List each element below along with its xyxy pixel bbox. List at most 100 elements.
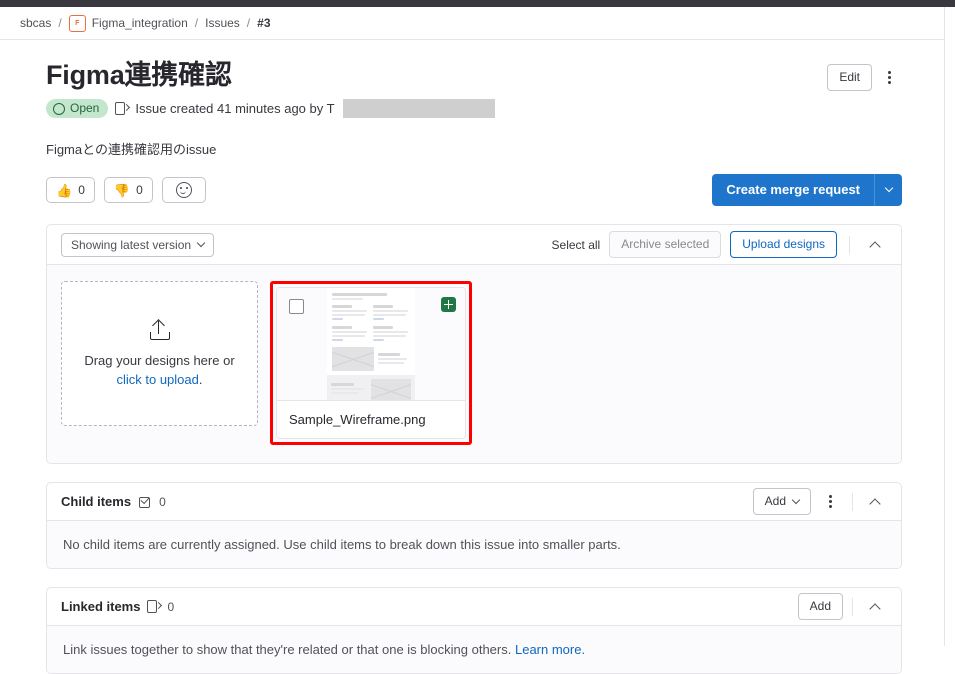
issue-type-icon xyxy=(115,101,128,116)
breadcrumb-project-label: Figma_integration xyxy=(92,16,188,30)
archive-selected-button[interactable]: Archive selected xyxy=(609,231,721,258)
linked-items-count: 0 xyxy=(167,600,174,614)
child-items-collapse-button[interactable] xyxy=(862,489,888,515)
child-items-section: Child items 0 Add xyxy=(46,482,902,569)
child-items-add-button[interactable]: Add xyxy=(753,488,811,515)
designs-toolbar: Showing latest version Select all Archiv… xyxy=(47,225,901,265)
design-filename: Sample_Wireframe.png xyxy=(277,400,465,438)
ellipsis-vertical-icon xyxy=(888,71,891,84)
plus-icon xyxy=(444,300,453,309)
linked-items-add-button[interactable]: Add xyxy=(798,593,843,620)
click-to-upload-link[interactable]: click to upload xyxy=(116,372,198,387)
child-items-title-label: Child items xyxy=(61,494,131,509)
breadcrumb-issues[interactable]: Issues xyxy=(205,16,240,30)
design-select-checkbox[interactable] xyxy=(289,299,304,314)
linked-items-actions: Add xyxy=(798,593,888,620)
issue-link-icon xyxy=(147,599,160,614)
breadcrumb-issue-id-label: #3 xyxy=(257,16,270,30)
create-merge-request-split-button: Create merge request xyxy=(712,174,902,206)
header-divider xyxy=(852,598,853,616)
linked-items-title: Linked items 0 xyxy=(61,599,174,614)
dropzone-period: . xyxy=(199,372,203,387)
issue-header-actions: Edit xyxy=(827,64,902,91)
status-badge-label: Open xyxy=(70,101,99,116)
create-merge-request-button[interactable]: Create merge request xyxy=(712,174,874,206)
breadcrumb-project[interactable]: F Figma_integration xyxy=(69,15,188,32)
ellipsis-vertical-icon xyxy=(829,495,832,508)
header-divider xyxy=(852,493,853,511)
design-thumbnail[interactable] xyxy=(277,288,465,400)
design-version-select-label: Showing latest version xyxy=(71,238,191,252)
upload-icon xyxy=(149,319,171,341)
upload-designs-button[interactable]: Upload designs xyxy=(730,231,837,258)
dropzone-line2: click to upload. xyxy=(116,370,202,389)
child-items-header: Child items 0 Add xyxy=(47,483,901,521)
design-version-select[interactable]: Showing latest version xyxy=(61,233,214,257)
task-checkmark-icon xyxy=(138,495,152,509)
chevron-up-icon xyxy=(869,498,880,509)
chevron-down-icon xyxy=(884,184,892,192)
linked-items-header: Linked items 0 Add xyxy=(47,588,901,626)
page-title: Figma連携確認 xyxy=(46,58,232,92)
chevron-down-icon xyxy=(792,495,800,503)
breadcrumb-group-label: sbcas xyxy=(20,16,51,30)
design-dropzone[interactable]: Drag your designs here or click to uploa… xyxy=(61,281,258,426)
toolbar-divider xyxy=(849,236,850,254)
breadcrumb-separator: / xyxy=(247,16,250,30)
dropzone-text: Drag your designs here or xyxy=(84,351,234,370)
design-card-annotation-highlight: Sample_Wireframe.png xyxy=(270,281,472,445)
breadcrumb-separator: / xyxy=(195,16,198,30)
create-merge-request-dropdown-toggle[interactable] xyxy=(874,174,902,206)
reaction-thumbsup-button[interactable]: 👍 0 xyxy=(46,177,95,203)
linked-items-empty-state: Link issues together to show that they'r… xyxy=(47,626,901,673)
breadcrumb-issues-label: Issues xyxy=(205,16,240,30)
chevron-down-icon xyxy=(197,238,205,246)
edit-button[interactable]: Edit xyxy=(827,64,872,91)
thumbsup-icon: 👍 xyxy=(56,184,72,197)
child-items-more-actions-button[interactable] xyxy=(817,489,843,515)
issue-header: Figma連携確認 Edit xyxy=(46,58,902,92)
linked-items-empty-text: Link issues together to show that they'r… xyxy=(63,642,511,657)
reactions-row: 👍 0 👎 0 Create merge request xyxy=(46,174,902,206)
chevron-up-icon xyxy=(869,241,880,252)
breadcrumb-separator: / xyxy=(58,16,61,30)
issue-more-actions-button[interactable] xyxy=(876,65,902,91)
wireframe-preview xyxy=(327,288,415,400)
status-open-icon xyxy=(53,103,65,115)
chevron-up-icon xyxy=(869,603,880,614)
project-avatar-icon: F xyxy=(69,15,86,32)
project-avatar-letter: F xyxy=(75,20,79,27)
author-name-redaction xyxy=(343,99,495,118)
child-items-add-label: Add xyxy=(765,494,786,509)
browser-top-strip xyxy=(0,0,955,7)
linked-items-section: Linked items 0 Add Link issues together … xyxy=(46,587,902,674)
linked-items-title-label: Linked items xyxy=(61,599,140,614)
issue-created-text: Issue created 41 minutes ago by T xyxy=(135,101,334,116)
designs-toolbar-actions: Select all Archive selected Upload desig… xyxy=(552,231,888,258)
designs-collapse-button[interactable] xyxy=(862,232,888,258)
page-container: sbcas / F Figma_integration / Issues / #… xyxy=(0,7,945,646)
reaction-thumbsup-count: 0 xyxy=(78,183,85,197)
add-reaction-button[interactable] xyxy=(162,177,206,203)
breadcrumb: sbcas / F Figma_integration / Issues / #… xyxy=(0,7,944,40)
breadcrumb-issue-id[interactable]: #3 xyxy=(257,16,270,30)
child-items-empty-state: No child items are currently assigned. U… xyxy=(47,521,901,568)
issue-meta: Open Issue created 41 minutes ago by T xyxy=(46,99,902,118)
learn-more-link[interactable]: Learn more. xyxy=(515,642,585,657)
select-all-button[interactable]: Select all xyxy=(552,238,601,252)
reaction-thumbsdown-count: 0 xyxy=(136,183,143,197)
design-added-badge-icon xyxy=(441,297,456,312)
status-badge: Open xyxy=(46,99,108,118)
reaction-thumbsdown-button[interactable]: 👎 0 xyxy=(104,177,153,203)
child-items-title: Child items 0 xyxy=(61,494,166,509)
design-card[interactable]: Sample_Wireframe.png xyxy=(276,287,466,439)
child-items-actions: Add xyxy=(753,488,888,515)
designs-body: Drag your designs here or click to uploa… xyxy=(47,265,901,463)
reaction-buttons: 👍 0 👎 0 xyxy=(46,177,206,203)
linked-items-collapse-button[interactable] xyxy=(862,594,888,620)
breadcrumb-group[interactable]: sbcas xyxy=(20,16,51,30)
child-items-count: 0 xyxy=(159,495,166,509)
thumbsdown-icon: 👎 xyxy=(114,184,130,197)
designs-section: Showing latest version Select all Archiv… xyxy=(46,224,902,464)
issue-description: Figmaとの連携確認用のissue xyxy=(46,140,902,160)
